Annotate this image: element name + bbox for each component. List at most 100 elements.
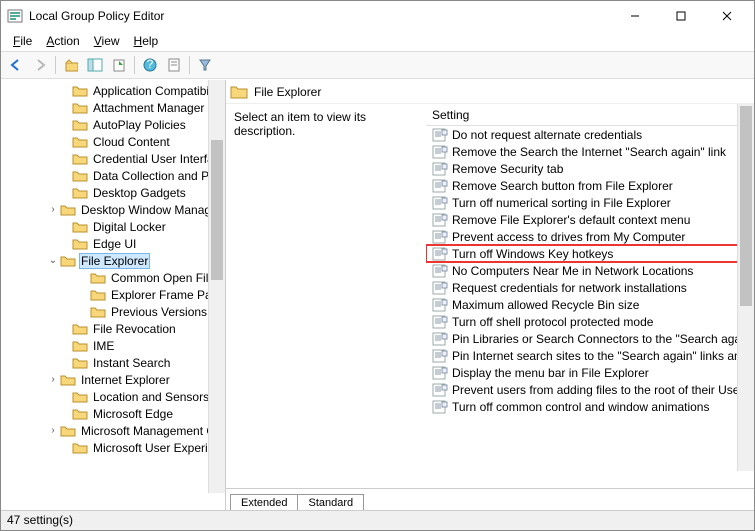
properties-button[interactable] [163, 54, 185, 76]
show-hide-tree-button[interactable] [84, 54, 106, 76]
detail-title: File Explorer [254, 85, 321, 99]
tree-item[interactable]: ›Microsoft Management Console [5, 422, 225, 439]
minimize-button[interactable] [612, 1, 658, 31]
maximize-button[interactable] [658, 1, 704, 31]
tree-item-label: Credential User Interface [91, 152, 225, 166]
chevron-down-icon[interactable]: ⌄ [47, 255, 59, 266]
policy-icon [432, 383, 448, 397]
tree-item-label: Microsoft Edge [91, 407, 175, 421]
tree-item[interactable]: Digital Locker [5, 218, 225, 235]
setting-label: Maximum allowed Recycle Bin size [452, 298, 639, 312]
detail-pane: File Explorer Select an item to view its… [226, 80, 754, 510]
detail-header: File Explorer [226, 80, 754, 104]
setting-row[interactable]: Remove File Explorer's default context m… [426, 211, 754, 228]
tree-item[interactable]: Data Collection and Preview Builds [5, 167, 225, 184]
statusbar: 47 setting(s) [1, 510, 754, 530]
setting-row[interactable]: Request credentials for network installa… [426, 279, 754, 296]
settings-list[interactable]: Setting Do not request alternate credent… [426, 104, 754, 488]
setting-row[interactable]: Turn off Windows Key hotkeys [426, 245, 754, 262]
folder-icon [90, 288, 106, 302]
back-button[interactable] [5, 54, 27, 76]
setting-label: Remove the Search the Internet "Search a… [452, 145, 726, 159]
list-vscrollbar[interactable] [737, 104, 754, 471]
tree-item[interactable]: Microsoft Edge [5, 405, 225, 422]
chevron-right-icon[interactable]: › [47, 374, 59, 385]
tree-item[interactable]: Desktop Gadgets [5, 184, 225, 201]
tree-item-label: IME [91, 339, 116, 353]
chevron-right-icon[interactable]: › [47, 425, 59, 436]
policy-icon [432, 213, 448, 227]
tree-item[interactable]: ›Internet Explorer [5, 371, 225, 388]
tree-item[interactable]: IME [5, 337, 225, 354]
svg-text:?: ? [147, 58, 154, 71]
tree-item[interactable]: Edge UI [5, 235, 225, 252]
menu-file[interactable]: File [7, 32, 38, 50]
setting-row[interactable]: Prevent users from adding files to the r… [426, 381, 754, 398]
filter-button[interactable] [194, 54, 216, 76]
setting-row[interactable]: Display the menu bar in File Explorer [426, 364, 754, 381]
tree-item[interactable]: Cloud Content [5, 133, 225, 150]
tree-item[interactable]: Previous Versions [5, 303, 225, 320]
setting-row[interactable]: Remove Search button from File Explorer [426, 177, 754, 194]
setting-label: Pin Libraries or Search Connectors to th… [452, 332, 754, 346]
setting-row[interactable]: Pin Internet search sites to the "Search… [426, 347, 754, 364]
forward-button[interactable] [29, 54, 51, 76]
setting-row[interactable]: Maximum allowed Recycle Bin size [426, 296, 754, 313]
folder-icon [72, 186, 88, 200]
tree-vscrollbar[interactable] [208, 80, 225, 493]
setting-row[interactable]: Remove the Search the Internet "Search a… [426, 143, 754, 160]
tree-item[interactable]: File Revocation [5, 320, 225, 337]
tree-item[interactable]: Credential User Interface [5, 150, 225, 167]
menubar: File Action View Help [1, 31, 754, 51]
tree-item-label: Instant Search [91, 356, 172, 370]
folder-icon [72, 118, 88, 132]
menu-action[interactable]: Action [40, 32, 85, 50]
tree-item[interactable]: Microsoft User Experience Virtualization [5, 439, 225, 456]
tree-item[interactable]: Application Compatibility [5, 82, 225, 99]
close-button[interactable] [704, 1, 750, 31]
setting-row[interactable]: Remove Security tab [426, 160, 754, 177]
chevron-right-icon[interactable]: › [47, 204, 59, 215]
tab-standard[interactable]: Standard [297, 494, 364, 510]
folder-icon [72, 152, 88, 166]
tree-item[interactable]: Instant Search [5, 354, 225, 371]
column-header-setting[interactable]: Setting [426, 104, 754, 126]
setting-label: Pin Internet search sites to the "Search… [452, 349, 754, 363]
setting-label: Do not request alternate credentials [452, 128, 642, 142]
menu-help[interactable]: Help [128, 32, 165, 50]
tree-item-label: Microsoft User Experience Virtualization [91, 441, 225, 455]
policy-icon [432, 400, 448, 414]
tree-item[interactable]: Explorer Frame Pane [5, 286, 225, 303]
tree-item-label: Attachment Manager [91, 101, 206, 115]
tree-item[interactable]: Location and Sensors [5, 388, 225, 405]
folder-icon [230, 84, 248, 100]
folder-icon [72, 101, 88, 115]
setting-label: Prevent access to drives from My Compute… [452, 230, 685, 244]
description-text: Select an item to view its description. [226, 104, 426, 488]
tree-item[interactable]: Attachment Manager [5, 99, 225, 116]
tab-extended[interactable]: Extended [230, 494, 298, 510]
folder-icon [90, 305, 106, 319]
export-button[interactable] [108, 54, 130, 76]
toolbar: ? [1, 51, 754, 79]
tree-item-label: Cloud Content [91, 135, 172, 149]
tree-item[interactable]: Common Open File Dialog [5, 269, 225, 286]
policy-icon [432, 349, 448, 363]
setting-row[interactable]: Turn off common control and window anima… [426, 398, 754, 415]
setting-row[interactable]: Do not request alternate credentials [426, 126, 754, 143]
policy-icon [432, 366, 448, 380]
folder-icon [72, 441, 88, 455]
setting-row[interactable]: Prevent access to drives from My Compute… [426, 228, 754, 245]
setting-row[interactable]: Turn off shell protocol protected mode [426, 313, 754, 330]
setting-row[interactable]: Pin Libraries or Search Connectors to th… [426, 330, 754, 347]
tree-item[interactable]: AutoPlay Policies [5, 116, 225, 133]
up-button[interactable] [60, 54, 82, 76]
menu-view[interactable]: View [88, 32, 126, 50]
help-button[interactable]: ? [139, 54, 161, 76]
setting-row[interactable]: Turn off numerical sorting in File Explo… [426, 194, 754, 211]
policy-icon [432, 128, 448, 142]
setting-row[interactable]: No Computers Near Me in Network Location… [426, 262, 754, 279]
policy-icon [432, 247, 448, 261]
tree-item[interactable]: ›Desktop Window Manager [5, 201, 225, 218]
tree-item[interactable]: ⌄File Explorer [5, 252, 225, 269]
